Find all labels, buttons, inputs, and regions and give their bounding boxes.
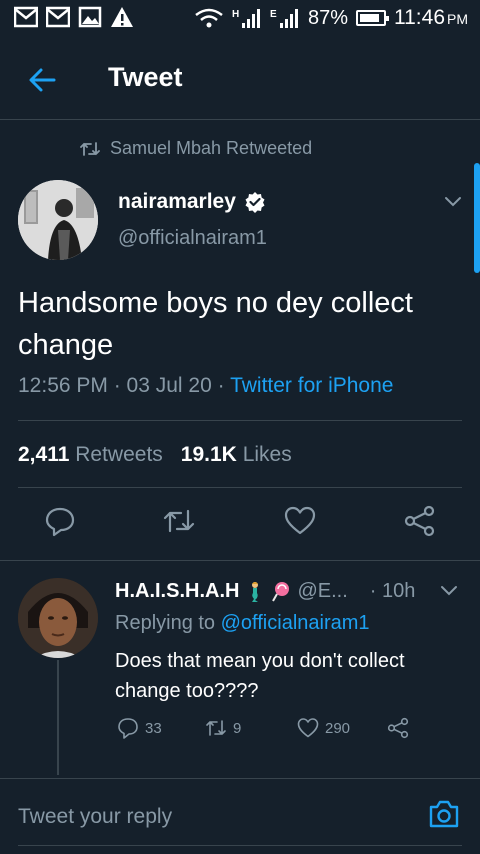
retweet-icon xyxy=(206,720,226,736)
divider xyxy=(18,420,462,421)
status-bar: H E 87% 11:46 PM xyxy=(0,0,480,38)
tweet-text: Handsome boys no dey collect change xyxy=(18,287,413,361)
reply-icon[interactable] xyxy=(44,505,76,537)
svg-text:H: H xyxy=(232,9,239,20)
tweet-timestamp: 12:56 PM · 03 Jul 20 · xyxy=(18,374,231,397)
chevron-down-icon[interactable] xyxy=(440,585,458,597)
replying-to: Replying to @officialnairam1 xyxy=(115,612,370,634)
thread-line xyxy=(57,660,59,775)
reply-reply-button[interactable]: 33 xyxy=(117,717,162,739)
gmail-icon xyxy=(14,6,38,28)
signal-h-icon: H xyxy=(232,9,260,28)
share-icon[interactable] xyxy=(404,505,436,537)
like-icon[interactable] xyxy=(284,505,316,537)
page-title: Tweet xyxy=(108,62,183,92)
reply-composer: Tweet your reply xyxy=(0,778,480,854)
reply-icon xyxy=(118,718,138,739)
arrow-left-icon[interactable] xyxy=(26,64,58,96)
like-count: 290 xyxy=(325,719,351,737)
avatar[interactable] xyxy=(18,180,98,260)
divider xyxy=(0,560,480,561)
signal-e-icon: E xyxy=(270,9,298,28)
app-header: Tweet xyxy=(0,38,480,120)
wifi-icon xyxy=(195,8,223,28)
chevron-down-icon[interactable] xyxy=(444,196,462,208)
clock: 11:46 PM xyxy=(394,6,468,29)
avatar-image xyxy=(18,180,98,260)
reply-like-button[interactable]: 290 xyxy=(297,717,350,739)
retweet-icon[interactable] xyxy=(163,505,195,537)
verified-badge-icon xyxy=(245,192,265,213)
camera-icon[interactable] xyxy=(428,799,460,829)
alert-icon xyxy=(111,7,133,27)
reply-share-button[interactable] xyxy=(387,717,409,739)
notification-icons xyxy=(14,6,134,28)
reply-avatar[interactable] xyxy=(18,578,98,658)
gmail-icon xyxy=(46,6,70,28)
reply-retweet-button[interactable]: 9 xyxy=(205,717,241,739)
reply-avatar-image xyxy=(18,578,98,658)
reply-author-handle[interactable]: @E... xyxy=(297,580,347,603)
retweet-icon xyxy=(80,141,100,156)
scrollbar[interactable] xyxy=(474,163,480,273)
author-handle[interactable]: @officialnairam1 xyxy=(118,227,267,250)
tweet-actions xyxy=(0,505,480,545)
lollipop-emoji-icon xyxy=(272,581,290,601)
svg-text:E: E xyxy=(270,9,277,20)
retweets-stat[interactable]: 2,411 Retweets xyxy=(18,443,163,467)
battery-percent: 87% xyxy=(307,6,348,29)
likes-stat[interactable]: 19.1K Likes xyxy=(181,443,292,467)
image-icon xyxy=(78,6,102,28)
reply-input[interactable]: Tweet your reply xyxy=(18,805,172,829)
tweet-stats: 2,411 Retweets 19.1K Likes xyxy=(18,443,292,467)
reply-header: H.A.I.S.H.A.H @E... · 10h xyxy=(115,580,415,603)
retweeted-by[interactable]: Samuel Mbah Retweeted xyxy=(80,138,312,159)
author-name[interactable]: nairamarley xyxy=(118,190,266,214)
tweet-meta: 12:56 PM · 03 Jul 20 · Twitter for iPhon… xyxy=(18,374,393,398)
reply-actions: 33 9 290 xyxy=(115,717,435,743)
system-status: H E 87% 11:46 PM xyxy=(194,6,468,30)
battery-icon xyxy=(356,10,389,26)
reply-text: Does that mean you don't collect change … xyxy=(115,650,405,702)
reply-count: 33 xyxy=(145,719,162,737)
retweeted-by-label: Samuel Mbah Retweeted xyxy=(110,138,313,158)
share-icon xyxy=(387,717,409,739)
reply-author-name[interactable]: H.A.I.S.H.A.H xyxy=(115,580,239,603)
like-icon xyxy=(297,718,319,738)
reply-timestamp: · 10h xyxy=(369,580,416,602)
divider xyxy=(18,487,462,488)
tweet-source-link[interactable]: Twitter for iPhone xyxy=(230,374,393,397)
mention-link[interactable]: @officialnairam1 xyxy=(221,612,370,634)
composer-underline xyxy=(18,845,462,846)
retweet-count: 9 xyxy=(233,719,242,737)
mermaid-emoji-icon xyxy=(252,581,259,602)
